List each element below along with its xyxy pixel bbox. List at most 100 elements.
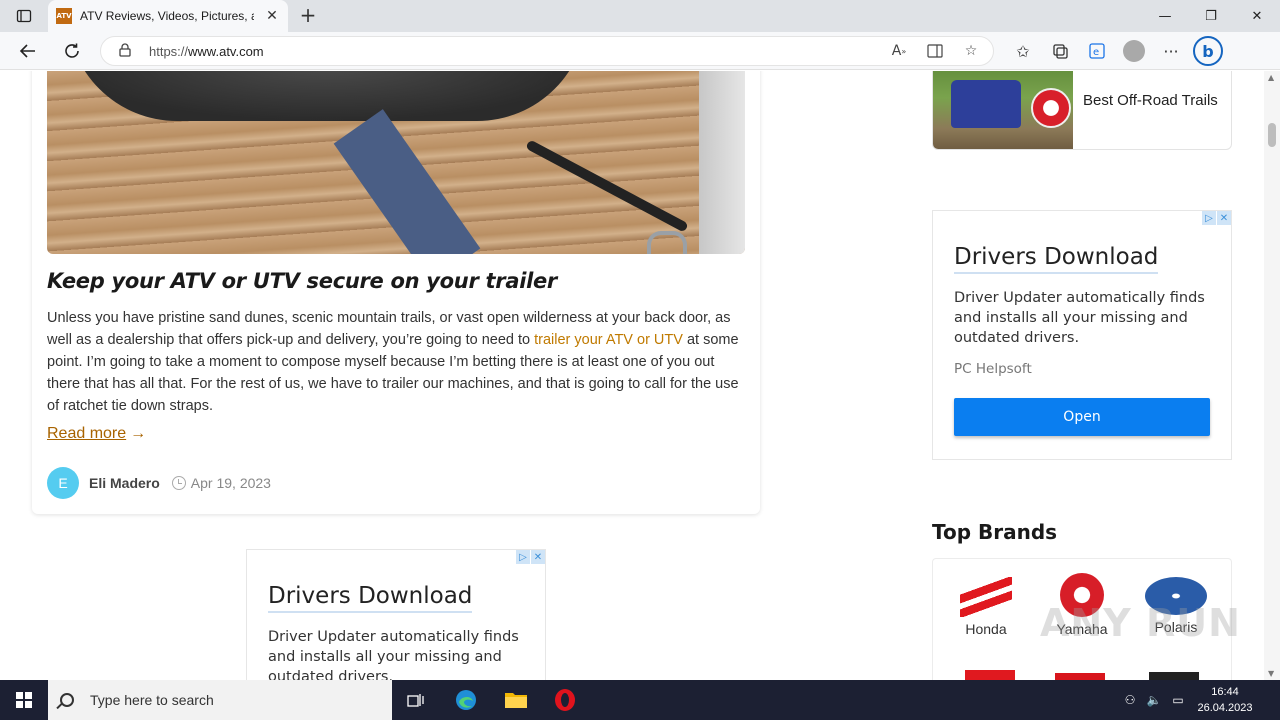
system-clock[interactable]: 16:44 26.04.2023 xyxy=(1190,684,1260,716)
trailer-rail-shape xyxy=(699,71,745,254)
web-page: Keep your ATV or UTV secure on your trai… xyxy=(0,71,1264,680)
chain-shape xyxy=(525,139,689,233)
article-card: Keep your ATV or UTV secure on your trai… xyxy=(32,71,760,514)
brand-logo-partial[interactable] xyxy=(965,662,1015,680)
folder-icon xyxy=(505,693,527,708)
back-button[interactable] xyxy=(14,37,42,65)
brand-logo-partial[interactable] xyxy=(1149,662,1199,680)
trail-card[interactable]: Best Off-Road Trails xyxy=(932,71,1232,150)
svg-text:e: e xyxy=(1093,47,1099,58)
author-avatar[interactable]: E xyxy=(47,467,79,499)
task-view-button[interactable] xyxy=(402,686,430,714)
trailer-link[interactable]: trailer your ATV or UTV xyxy=(534,332,683,348)
add-favorite-icon[interactable]: ☆ xyxy=(957,40,985,62)
trail-card-label: Best Off-Road Trails xyxy=(1083,92,1218,109)
clock-time: 16:44 xyxy=(1211,686,1239,698)
brand-label: Honda xyxy=(965,621,1007,637)
ie-mode-icon[interactable]: e xyxy=(1082,37,1112,65)
brand-honda[interactable]: Honda xyxy=(941,577,1031,637)
taskbar-explorer-button[interactable] xyxy=(502,686,530,714)
opera-icon xyxy=(555,689,575,711)
sidebar-ad[interactable]: ▷ ✕ Drivers Download Driver Updater auto… xyxy=(932,210,1232,460)
clock-date: 26.04.2023 xyxy=(1197,702,1253,714)
favorites-icon[interactable]: ✩ xyxy=(1008,37,1038,65)
title-bar: ATV ATV Reviews, Videos, Pictures, an ✕ … xyxy=(0,0,1280,32)
atv-favicon-icon: ATV xyxy=(56,8,72,24)
ad-source: PC Helpsoft xyxy=(954,361,1032,377)
post-date: Apr 19, 2023 xyxy=(190,475,271,491)
ad-badges: ▷ ✕ xyxy=(515,550,545,564)
taskbar-search-placeholder: Type here to search xyxy=(90,692,214,708)
read-more-label: Read more xyxy=(47,425,127,442)
honda-wing-icon xyxy=(960,577,1012,617)
ad-close-icon[interactable]: ✕ xyxy=(531,550,545,564)
anyrun-watermark: ANY RUN xyxy=(1040,601,1241,645)
read-more-link[interactable]: Read more → xyxy=(47,425,146,443)
url-text[interactable]: https://www.atv.com xyxy=(149,44,264,59)
profile-avatar-icon xyxy=(1123,40,1145,62)
article-excerpt: Unless you have pristine sand dunes, sce… xyxy=(47,307,745,417)
yamaha-logo-icon xyxy=(1031,88,1071,128)
ad-text: Driver Updater automatically finds and i… xyxy=(954,290,1205,346)
refresh-button[interactable] xyxy=(58,37,86,65)
ad-open-button[interactable]: Open xyxy=(954,398,1210,436)
close-window-button[interactable]: ✕ xyxy=(1234,0,1280,32)
minimize-button[interactable]: — xyxy=(1142,0,1188,32)
adchoices-icon[interactable]: ▷ xyxy=(1202,211,1216,225)
new-tab-button[interactable]: + xyxy=(296,4,320,28)
article-title[interactable]: Keep your ATV or UTV secure on your trai… xyxy=(47,269,745,293)
author-row: E Eli Madero Apr 19, 2023 xyxy=(47,467,271,499)
settings-more-icon[interactable]: ··· xyxy=(1156,37,1186,65)
url-host: www.atv.com xyxy=(188,43,264,59)
ad-title[interactable]: Drivers Download xyxy=(954,244,1159,274)
scroll-down-icon[interactable]: ▼ xyxy=(1268,669,1274,678)
tab-actions-button[interactable] xyxy=(8,4,40,28)
collections-icon[interactable] xyxy=(1045,37,1075,65)
show-desktop-button[interactable] xyxy=(1260,680,1280,720)
browser-tab-active[interactable]: ATV ATV Reviews, Videos, Pictures, an ✕ xyxy=(48,0,288,32)
address-bar-actions: A» ☆ xyxy=(885,40,985,62)
browser-toolbar: https://www.atv.com A» ☆ ✩ e ··· b xyxy=(0,32,1280,70)
search-icon xyxy=(60,693,74,707)
task-view-icon xyxy=(407,694,424,707)
taskbar-edge-button[interactable] xyxy=(452,686,480,714)
address-bar[interactable]: https://www.atv.com A» ☆ xyxy=(100,36,994,66)
windows-logo-icon xyxy=(16,692,32,708)
author-name[interactable]: Eli Madero xyxy=(89,475,160,491)
ad-title[interactable]: Drivers Download xyxy=(268,583,473,613)
brand-logo-partial[interactable] xyxy=(1055,662,1105,680)
network-icon[interactable]: ▭ xyxy=(1166,693,1190,707)
volume-icon[interactable]: 🔈 xyxy=(1142,693,1166,707)
tab-close-icon[interactable]: ✕ xyxy=(264,8,280,24)
scroll-up-icon[interactable]: ▲ xyxy=(1268,73,1274,82)
read-aloud-icon[interactable]: A» xyxy=(885,40,913,62)
system-tray: ⚇ 🔈 ▭ 16:44 26.04.2023 xyxy=(1118,680,1280,720)
scroll-thumb[interactable] xyxy=(1268,123,1276,147)
lock-icon[interactable] xyxy=(119,42,135,60)
immersive-reader-icon[interactable] xyxy=(921,40,949,62)
people-icon[interactable]: ⚇ xyxy=(1118,693,1142,707)
utv-shape xyxy=(951,80,1021,128)
ad-close-icon[interactable]: ✕ xyxy=(1217,211,1231,225)
vertical-scrollbar[interactable]: ▲ ▼ xyxy=(1264,71,1280,680)
arrow-right-icon: → xyxy=(130,425,147,442)
tab-title: ATV Reviews, Videos, Pictures, an xyxy=(80,9,254,23)
ad-text: Driver Updater automatically finds and i… xyxy=(268,629,519,680)
strap-shape xyxy=(333,109,481,254)
bing-button[interactable]: b xyxy=(1193,36,1223,66)
tab-actions-icon xyxy=(16,9,32,23)
window-controls: — ❐ ✕ xyxy=(1142,0,1280,32)
adchoices-icon[interactable]: ▷ xyxy=(516,550,530,564)
bing-icon: b xyxy=(1193,36,1223,66)
restore-button[interactable]: ❐ xyxy=(1188,0,1234,32)
profile-button[interactable] xyxy=(1119,37,1149,65)
taskbar-search[interactable]: Type here to search xyxy=(48,680,392,720)
article-hero-image[interactable] xyxy=(47,71,745,254)
browser-right-tools: ✩ e ··· b xyxy=(1008,36,1223,66)
main-ad[interactable]: ▷ ✕ Drivers Download Driver Updater auto… xyxy=(246,549,546,680)
top-brands-title: Top Brands xyxy=(932,520,1058,544)
back-arrow-icon xyxy=(19,44,35,58)
clock-icon xyxy=(171,476,186,490)
start-button[interactable] xyxy=(0,680,48,720)
taskbar-opera-button[interactable] xyxy=(551,686,579,714)
